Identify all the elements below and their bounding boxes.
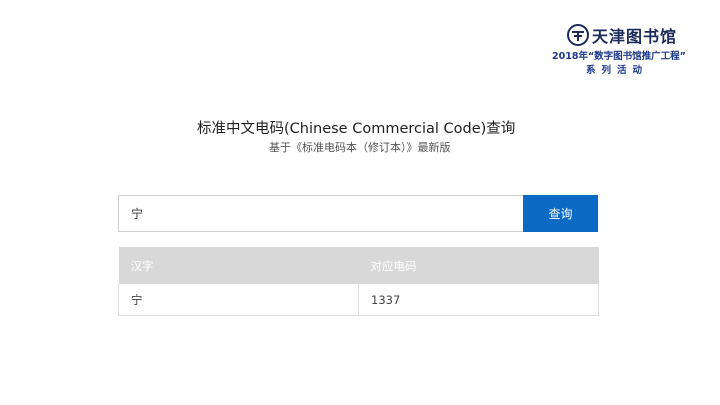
search-input[interactable]: [119, 196, 524, 231]
search-bar: 查询: [118, 195, 598, 232]
cell-character: 宁: [118, 284, 359, 316]
logo-campaign-line: 2018年“数字图书馆推广工程”: [552, 51, 686, 62]
logo-series-line: 系列活动: [586, 65, 649, 76]
page-subtitle: 基于《标准电码本（修订本）》最新版: [269, 141, 451, 154]
result-table: 汉字 对应电码 宁 1337: [118, 247, 599, 316]
library-logo: 天津图书馆 2018年“数字图书馆推广工程” 系列活动: [548, 20, 696, 76]
table-header-row: 汉字 对应电码: [118, 247, 599, 284]
table-row: 宁 1337: [118, 284, 599, 316]
logo-title: 天津图书馆: [592, 27, 678, 46]
column-header-character: 汉字: [118, 247, 359, 284]
query-button[interactable]: 查询: [523, 195, 598, 232]
column-header-code: 对应电码: [358, 247, 599, 284]
library-emblem-icon: [567, 24, 589, 46]
page-title: 标准中文电码(Chinese Commercial Code)查询: [197, 121, 516, 137]
cell-code: 1337: [358, 284, 599, 316]
logo-top: 天津图书馆: [566, 23, 677, 47]
